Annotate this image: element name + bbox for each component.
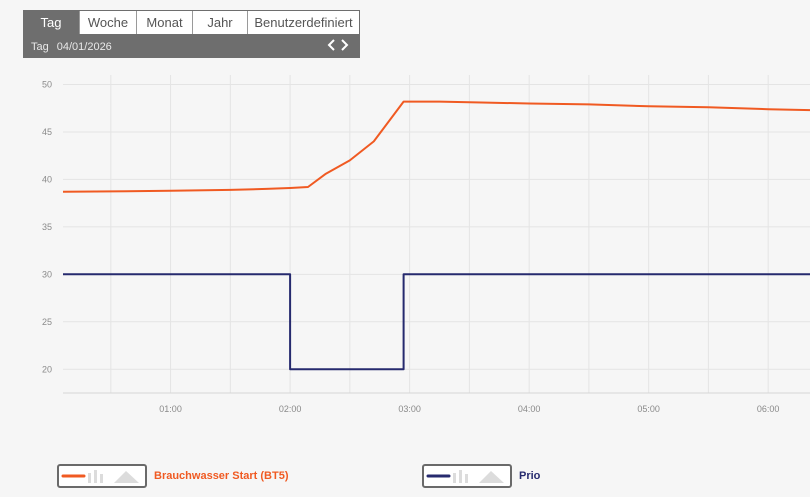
y-tick-label: 20 (42, 364, 52, 374)
x-tick-label: 06:00 (757, 404, 780, 414)
x-tick-label: 03:00 (398, 404, 421, 414)
legend-item-bt5[interactable]: Brauchwasser Start (BT5) (57, 463, 289, 489)
legend-label-bt5: Brauchwasser Start (BT5) (154, 470, 289, 482)
y-tick-label: 40 (42, 174, 52, 184)
x-tick-label: 05:00 (637, 404, 660, 414)
y-tick-label: 45 (42, 127, 52, 137)
x-tick-label: 04:00 (518, 404, 541, 414)
legend-swatch-bt5 (57, 464, 147, 488)
date-row: Tag 04/01/2026 (31, 40, 112, 54)
x-tick-label: 01:00 (159, 404, 182, 414)
legend-item-prio[interactable]: Prio (422, 463, 540, 489)
period-tabs: Tag Woche Monat Jahr Benutzerdefiniert (23, 11, 359, 34)
tab-day[interactable]: Tag (23, 11, 80, 34)
date-value[interactable]: 04/01/2026 (57, 41, 112, 53)
y-tick-label: 25 (42, 317, 52, 327)
x-tick-label: 02:00 (279, 404, 302, 414)
period-selector: Tag Woche Monat Jahr Benutzerdefiniert T… (23, 10, 360, 58)
y-tick-label: 30 (42, 269, 52, 279)
plot-background (63, 75, 810, 393)
y-tick-labels: 20 25 30 35 40 45 50 (42, 79, 52, 374)
y-tick-label: 50 (42, 79, 52, 89)
legend-swatch-prio (422, 464, 512, 488)
tab-month[interactable]: Monat (137, 11, 193, 34)
x-tick-labels: 01:00 02:00 03:00 04:00 05:00 06:00 (159, 404, 779, 414)
tab-custom[interactable]: Benutzerdefiniert (248, 11, 359, 34)
chevron-left-icon[interactable] (326, 38, 338, 52)
y-tick-label: 35 (42, 222, 52, 232)
legend-label-prio: Prio (519, 470, 541, 482)
tab-year[interactable]: Jahr (193, 11, 248, 34)
chevron-right-icon[interactable] (338, 38, 350, 52)
tab-week[interactable]: Woche (80, 11, 137, 34)
date-label: Tag (31, 41, 49, 53)
line-chart: 20 25 30 35 40 45 50 01:00 02:00 03:00 04:00 05:00… (42, 75, 810, 414)
